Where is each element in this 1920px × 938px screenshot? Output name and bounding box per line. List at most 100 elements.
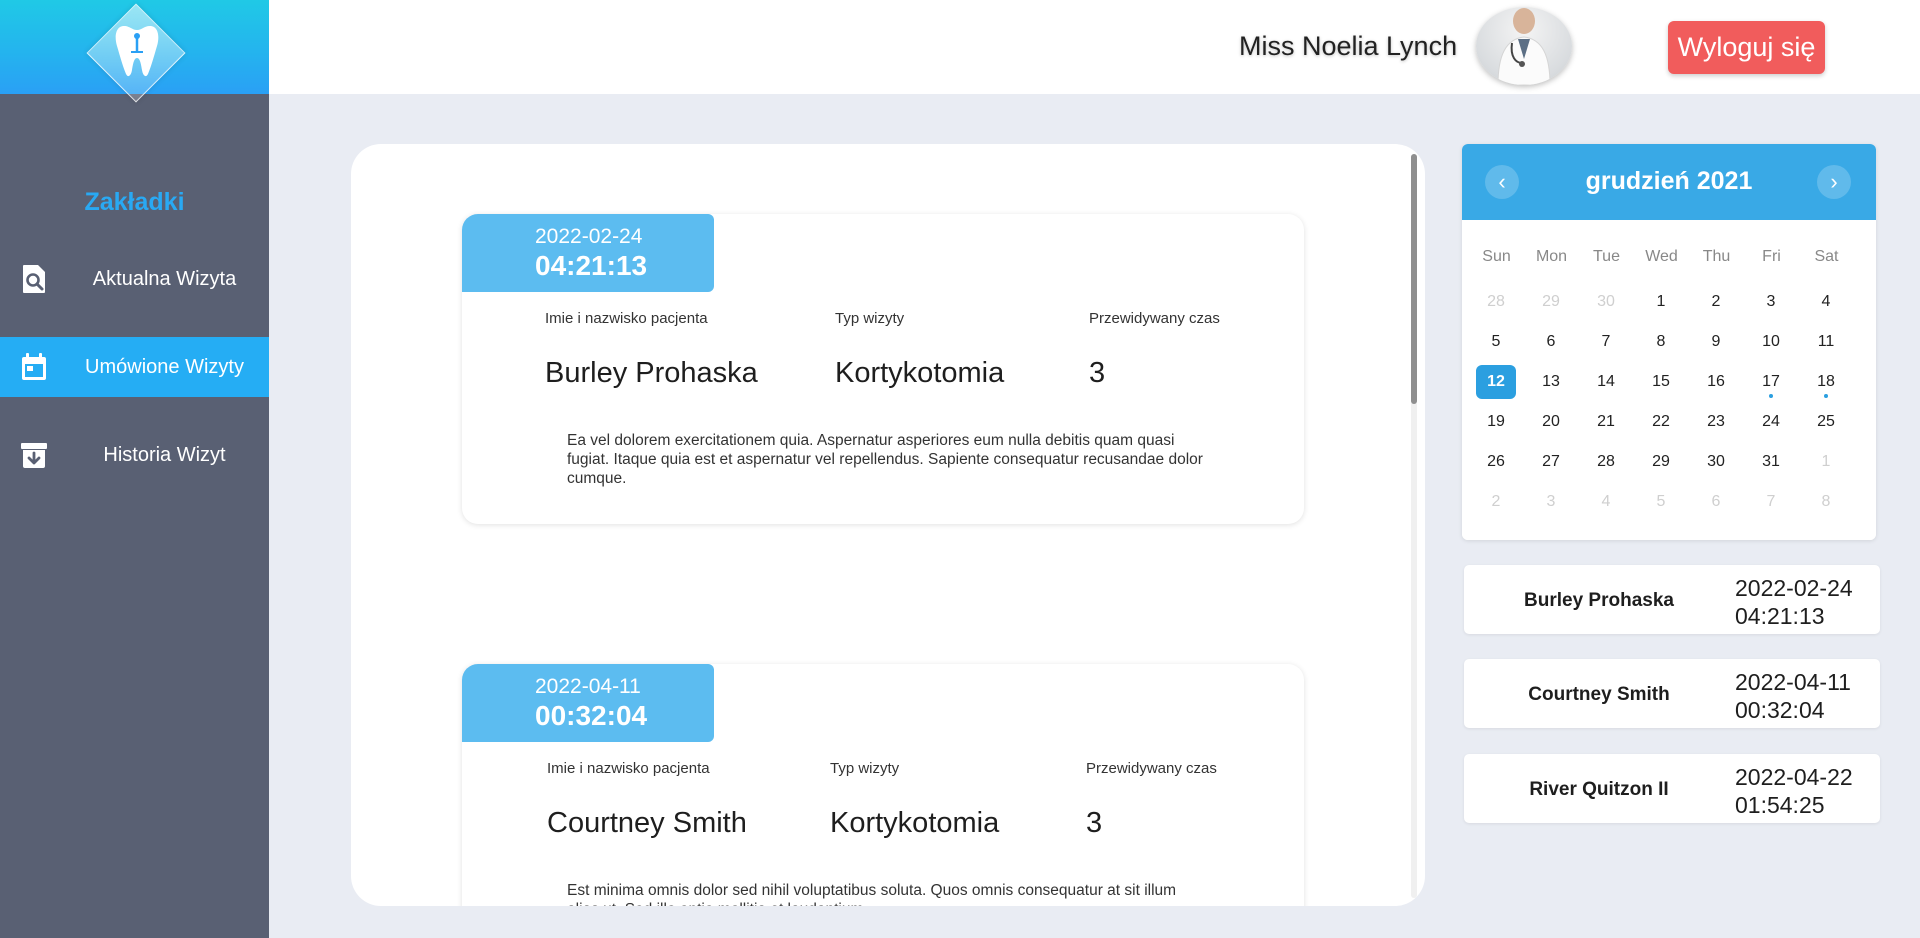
upcoming-visit-datetime: 2022-04-11 00:32:04 <box>1735 668 1851 724</box>
calendar-day-number: 2 <box>1711 293 1721 310</box>
upcoming-patient-name: Burley Prohaska <box>1524 590 1674 611</box>
tooth-logo-icon <box>115 26 159 77</box>
archive-icon <box>21 443 47 468</box>
calendar-day-number: 29 <box>1542 293 1560 310</box>
calendar-widget: ‹ grudzień 2021 › Sun Mon Tue Wed Thu Fri Sat 2… <box>1462 144 1876 540</box>
calendar-day[interactable]: 21 <box>1586 405 1626 439</box>
scrollbar-thumb[interactable] <box>1411 154 1417 404</box>
upcoming-visit-date: 2022-04-22 <box>1735 764 1853 790</box>
calendar-day-number: 1 <box>1821 453 1831 470</box>
calendar-day[interactable]: 8 <box>1806 485 1846 519</box>
chevron-right-icon: › <box>1830 169 1838 194</box>
calendar-day[interactable]: 18 <box>1806 365 1846 399</box>
sidebar-item-current-visit[interactable]: Aktualna Wizyta <box>0 249 269 309</box>
calendar-day-number: 23 <box>1707 413 1725 430</box>
calendar-day-number: 8 <box>1656 333 1666 350</box>
weekday-label: Fri <box>1762 248 1781 265</box>
upcoming-visit-date: 2022-02-24 <box>1735 575 1853 601</box>
calendar-day-number: 16 <box>1707 373 1725 390</box>
calendar-day[interactable]: 28 <box>1586 445 1626 479</box>
scrollbar[interactable] <box>1411 154 1417 898</box>
calendar-day-number: 11 <box>1817 333 1835 350</box>
calendar-day[interactable]: 29 <box>1531 285 1571 319</box>
sidebar-item-label: Umówione Wizyty <box>85 356 244 378</box>
calendar-day[interactable]: 1 <box>1641 285 1681 319</box>
calendar-day[interactable]: 10 <box>1751 325 1791 359</box>
calendar-day[interactable]: 27 <box>1531 445 1571 479</box>
calendar-header: ‹ grudzień 2021 › <box>1462 144 1876 220</box>
calendar-day[interactable]: 20 <box>1531 405 1571 439</box>
scheduled-visits-panel[interactable]: 2022-02-24 04:21:13 Imie i nazwisko pacj… <box>351 144 1425 906</box>
calendar-day[interactable]: 28 <box>1476 285 1516 319</box>
calendar-day[interactable]: 19 <box>1476 405 1516 439</box>
calendar-day[interactable]: 7 <box>1586 325 1626 359</box>
weekday-label: Sat <box>1814 248 1839 265</box>
calendar-day[interactable]: 29 <box>1641 445 1681 479</box>
visit-description: Est minima omnis dolor sed nihil volupta… <box>567 882 1177 906</box>
calendar-day-today[interactable]: 12 <box>1476 365 1516 399</box>
calendar-day[interactable]: 25 <box>1806 405 1846 439</box>
next-month-button[interactable]: › <box>1817 165 1851 199</box>
sidebar: Zakładki Aktualna Wizyta Umówione Wizyty… <box>0 0 269 938</box>
calendar-day[interactable]: 24 <box>1751 405 1791 439</box>
logout-button[interactable]: Wyloguj się <box>1668 21 1825 74</box>
calendar-day[interactable]: 7 <box>1751 485 1791 519</box>
search-document-icon <box>23 265 45 293</box>
visit-card[interactable]: 2022-02-24 04:21:13 Imie i nazwisko pacj… <box>462 214 1304 524</box>
calendar-day[interactable]: 5 <box>1641 485 1681 519</box>
upcoming-visit-item[interactable]: Burley Prohaska 2022-02-24 04:21:13 <box>1464 565 1880 634</box>
calendar-day[interactable]: 3 <box>1531 485 1571 519</box>
upcoming-visit-item[interactable]: River Quitzon II 2022-04-22 01:54:25 <box>1464 754 1880 823</box>
calendar-day-number: 22 <box>1652 413 1670 430</box>
calendar-day-number: 13 <box>1542 373 1560 390</box>
upcoming-visit-time: 00:32:04 <box>1735 697 1825 723</box>
visit-date: 2022-04-11 <box>535 675 641 698</box>
upcoming-visit-item[interactable]: Courtney Smith 2022-04-11 00:32:04 <box>1464 659 1880 728</box>
estimated-time-label: Przewidywany czas <box>1089 310 1220 327</box>
visit-type-label: Typ wizyty <box>835 310 905 327</box>
calendar-day[interactable]: 1 <box>1806 445 1846 479</box>
visit-time: 04:21:13 <box>535 250 648 281</box>
calendar-day[interactable]: 30 <box>1586 285 1626 319</box>
calendar-day[interactable]: 9 <box>1696 325 1736 359</box>
calendar-day-number: 24 <box>1762 413 1780 430</box>
calendar-day[interactable]: 3 <box>1751 285 1791 319</box>
calendar-day[interactable]: 31 <box>1751 445 1791 479</box>
calendar-day[interactable]: 17 <box>1751 365 1791 399</box>
calendar-day[interactable]: 2 <box>1696 285 1736 319</box>
calendar-day-number: 3 <box>1546 493 1556 510</box>
patient-name: Courtney Smith <box>547 807 747 839</box>
calendar-day[interactable]: 11 <box>1806 325 1846 359</box>
calendar-day[interactable]: 23 <box>1696 405 1736 439</box>
calendar-day[interactable]: 8 <box>1641 325 1681 359</box>
visit-date: 2022-02-24 <box>535 225 643 248</box>
calendar-day[interactable]: 30 <box>1696 445 1736 479</box>
patient-name: Burley Prohaska <box>545 357 758 389</box>
calendar-day[interactable]: 13 <box>1531 365 1571 399</box>
patient-name-label: Imie i nazwisko pacjenta <box>545 310 708 327</box>
upcoming-visit-datetime: 2022-02-24 04:21:13 <box>1735 574 1853 630</box>
calendar-day-number: 7 <box>1766 493 1776 510</box>
calendar-day[interactable]: 2 <box>1476 485 1516 519</box>
calendar-day[interactable]: 5 <box>1476 325 1516 359</box>
calendar-day[interactable]: 14 <box>1586 365 1626 399</box>
calendar-day[interactable]: 6 <box>1531 325 1571 359</box>
user-avatar[interactable] <box>1476 7 1572 85</box>
upcoming-visit-datetime: 2022-04-22 01:54:25 <box>1735 763 1853 819</box>
logo-area[interactable] <box>0 0 269 103</box>
calendar-day[interactable]: 15 <box>1641 365 1681 399</box>
calendar-day[interactable]: 26 <box>1476 445 1516 479</box>
calendar-day-number: 5 <box>1491 333 1501 350</box>
calendar-day[interactable]: 4 <box>1586 485 1626 519</box>
upcoming-visit-time: 01:54:25 <box>1735 792 1825 818</box>
calendar-day-number: 25 <box>1817 413 1835 430</box>
sidebar-item-visit-history[interactable]: Historia Wizyt <box>0 425 269 485</box>
visit-card[interactable]: 2022-04-11 00:32:04 Imie i nazwisko pacj… <box>462 664 1304 906</box>
calendar-day-number: 19 <box>1487 413 1505 430</box>
sidebar-item-scheduled-visits[interactable]: Umówione Wizyty <box>0 337 269 397</box>
calendar-day[interactable]: 4 <box>1806 285 1846 319</box>
calendar-day[interactable]: 16 <box>1696 365 1736 399</box>
calendar-day[interactable]: 6 <box>1696 485 1736 519</box>
calendar-day[interactable]: 22 <box>1641 405 1681 439</box>
upcoming-visit-time: 04:21:13 <box>1735 603 1825 629</box>
